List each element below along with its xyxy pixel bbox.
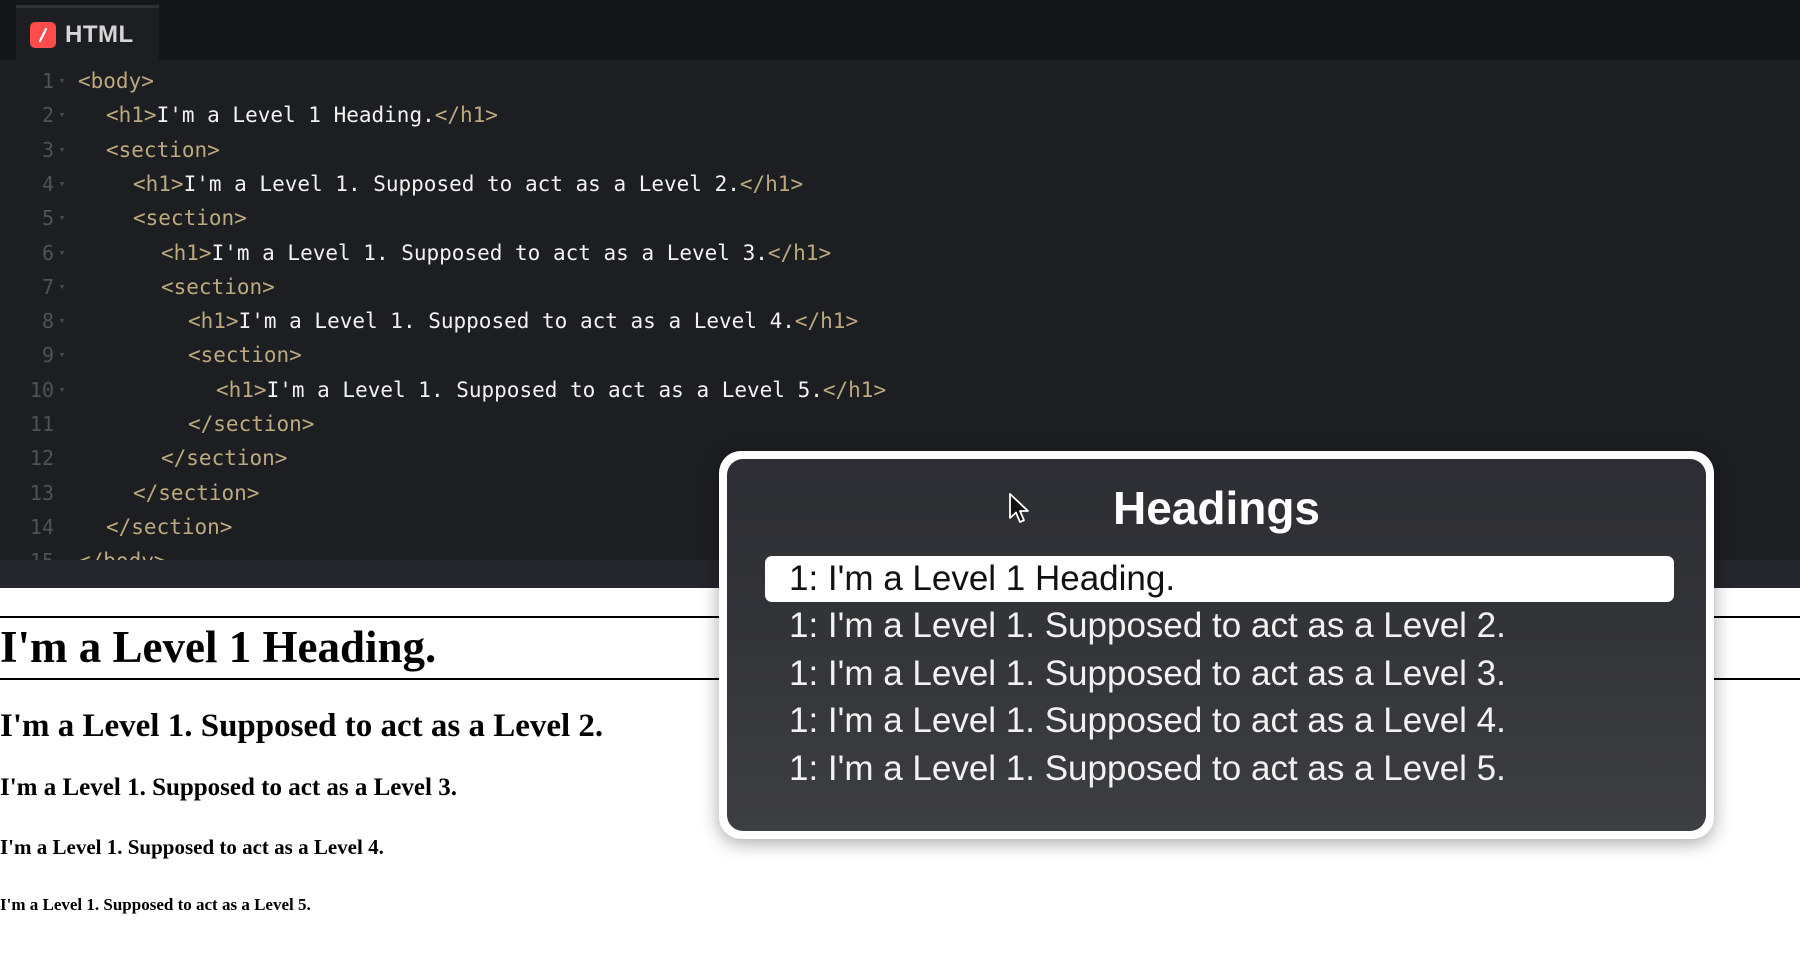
code-line[interactable]: <h1>I'm a Level 1. Supposed to act as a … [188,304,858,338]
code-tag-open: <section> [133,206,247,230]
code-text: I'm a Level 1. Supposed to act as a Leve… [183,172,740,196]
rotor-item[interactable]: 1: I'm a Level 1. Supposed to act as a L… [765,651,1674,697]
code-tag-close: </h1> [767,241,832,265]
line-number-text: 5 [41,206,54,230]
code-tag-open: <h1> [106,103,157,127]
line-number: 4 ▾ [0,167,70,201]
fold-arrow-icon[interactable]: ▾ [54,64,70,98]
code-line[interactable]: <section> [161,270,275,304]
editor-tab-bar: HTML [0,0,1800,61]
code-tag-open: </section> [161,446,288,470]
line-number: 5 ▾ [0,201,70,235]
code-line[interactable]: </section> [106,510,232,544]
line-number-text: 7 [41,275,54,299]
code-tag-open: <section> [161,275,275,299]
code-tag-open: </section> [133,481,260,505]
rotor-item[interactable]: 1: I'm a Level 1. Supposed to act as a L… [765,698,1674,744]
code-line[interactable]: </body> [78,544,167,560]
line-number-text: 9 [41,343,54,367]
preview-heading-5: I'm a Level 1. Supposed to act as a Leve… [0,895,311,914]
fold-arrow-icon[interactable]: ▾ [54,338,70,372]
code-tag-open: <h1> [188,309,239,333]
line-number: 14 [0,510,70,544]
line-number: 7 ▾ [0,270,70,304]
preview-heading-3: I'm a Level 1. Supposed to act as a Leve… [0,774,457,801]
line-number: 11 [0,407,70,441]
code-line[interactable]: <h1>I'm a Level 1 Heading.</h1> [106,98,498,132]
code-tag-close: </h1> [739,172,804,196]
html-file-icon [30,21,56,48]
code-tag-open: <h1> [133,172,184,196]
rotor-item[interactable]: 1: I'm a Level 1. Supposed to act as a L… [765,603,1674,649]
code-text: I'm a Level 1. Supposed to act as a Leve… [266,378,823,402]
code-line[interactable]: <h1>I'm a Level 1. Supposed to act as a … [133,167,803,201]
rotor-panel: Headings 1: I'm a Level 1 Heading. 1: I'm… [727,459,1706,831]
line-number: 3 ▾ [0,133,70,167]
code-line[interactable]: <section> [133,201,247,235]
line-number-text: 13 [29,481,54,505]
code-tag-close: </h1> [434,103,498,127]
code-line[interactable]: <section> [106,133,220,167]
line-number: 10 ▾ [0,373,70,407]
line-number-text: 10 [29,378,54,402]
code-tag-open: <body> [78,69,154,93]
line-number: 6 ▾ [0,236,70,270]
code-line[interactable]: <h1>I'm a Level 1. Supposed to act as a … [216,373,886,407]
code-tag-close: </h1> [794,309,859,333]
fold-arrow-icon[interactable]: ▾ [54,133,70,167]
fold-arrow-icon[interactable]: ▾ [54,98,70,132]
mouse-pointer-icon [1009,493,1029,523]
line-number: 15 [0,544,70,560]
code-tag-open: <section> [106,138,220,162]
code-tag-open: <h1> [161,241,212,265]
code-text: I'm a Level 1. Supposed to act as a Leve… [211,241,768,265]
code-text: I'm a Level 1 Heading. [156,103,435,127]
code-tag-open: </body> [78,549,167,560]
code-line[interactable]: <body> [78,64,154,98]
tab-label: HTML [65,20,134,48]
screen: HTML 1 ▾ <body> 2 ▾ <h1>I'm a Level 1 Heading… [0,0,1800,958]
line-number: 9 ▾ [0,338,70,372]
code-line[interactable]: </section> [133,476,259,510]
line-number: 1 ▾ [0,64,70,98]
code-tag-open: </section> [188,412,315,436]
line-number-text: 4 [41,172,54,196]
html-tab[interactable]: HTML [16,5,159,61]
code-tag-open: <h1> [216,378,267,402]
preview-heading-4: I'm a Level 1. Supposed to act as a Leve… [0,835,384,859]
rotor-item[interactable]: 1: I'm a Level 1. Supposed to act as a L… [765,746,1674,792]
headings-rotor[interactable]: Headings 1: I'm a Level 1 Heading. 1: I'm… [719,451,1714,839]
code-tag-open: </section> [106,515,233,539]
code-tag-open: <section> [188,343,302,367]
line-number-text: 11 [29,412,54,436]
code-line[interactable]: </section> [161,441,287,475]
preview-heading-2: I'm a Level 1. Supposed to act as a Leve… [0,708,604,744]
line-number-text: 8 [41,309,54,333]
code-line[interactable]: </section> [188,407,314,441]
line-number: 8 ▾ [0,304,70,338]
fold-arrow-icon[interactable]: ▾ [54,270,70,304]
rotor-title: Headings [1112,482,1321,534]
code-tag-close: </h1> [822,378,887,402]
line-number-text: 12 [29,446,54,470]
line-number-text: 14 [29,515,54,539]
fold-arrow-icon[interactable]: ▾ [54,236,70,270]
line-number-text: 6 [41,241,54,265]
code-line[interactable]: <section> [188,338,302,372]
rotor-item[interactable]: 1: I'm a Level 1 Heading. [765,556,1674,602]
preview-heading-1: I'm a Level 1 Heading. [0,622,437,672]
code-line[interactable]: <h1>I'm a Level 1. Supposed to act as a … [161,236,831,270]
fold-arrow-icon[interactable]: ▾ [54,167,70,201]
line-number-text: 1 [41,69,54,93]
line-number: 2 ▾ [0,98,70,132]
line-number-text: 2 [41,103,54,127]
fold-arrow-icon[interactable]: ▾ [54,304,70,338]
code-text: I'm a Level 1. Supposed to act as a Leve… [238,309,795,333]
line-number: 13 [0,476,70,510]
line-number: 12 [0,441,70,475]
line-number-text: 3 [41,138,54,162]
fold-arrow-icon[interactable]: ▾ [54,201,70,235]
line-number-text: 15 [4,544,54,560]
fold-arrow-icon[interactable]: ▾ [54,373,70,407]
